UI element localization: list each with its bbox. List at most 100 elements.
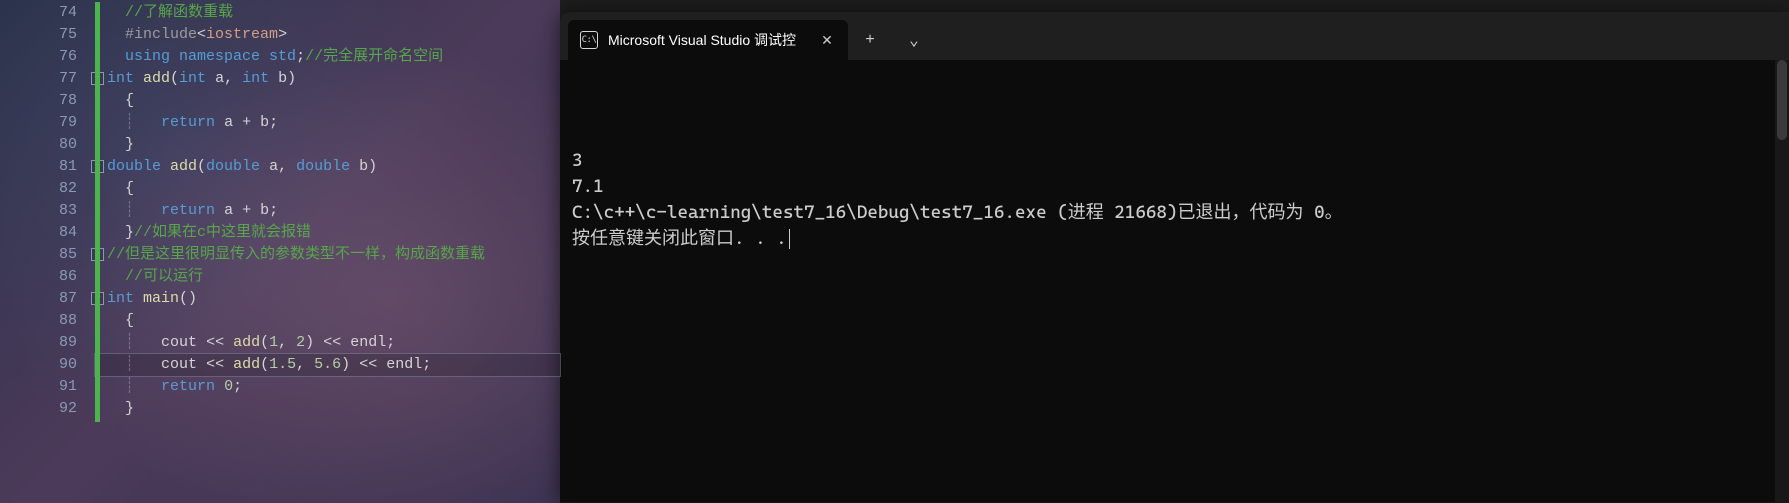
code-token: std [269, 48, 296, 65]
code-token: b [251, 114, 269, 131]
code-line[interactable]: } [95, 398, 560, 420]
code-token: endl [341, 334, 386, 351]
code-token: ( [260, 356, 269, 373]
change-bar [95, 2, 100, 422]
code-token: , [296, 356, 314, 373]
terminal-output[interactable]: 37.1C:\c++\c-learning\test7_16\Debug\tes… [560, 60, 1789, 502]
terminal-scrollbar[interactable] [1775, 60, 1789, 502]
code-token: return [161, 202, 224, 219]
code-token: //但是这里很明显传入的参数类型不一样，构成函数重载 [107, 246, 485, 263]
code-line[interactable]: { [95, 178, 560, 200]
terminal-titlebar: C:\ Microsoft Visual Studio 调试控 ✕ + ⌄ [560, 12, 1789, 60]
code-token [224, 334, 233, 351]
line-number: 92 [0, 398, 95, 420]
code-line[interactable]: −int main() [95, 288, 560, 310]
code-line[interactable]: ┊ return a + b; [95, 200, 560, 222]
code-token: int [242, 70, 278, 87]
code-token: main [143, 290, 179, 307]
code-token: , [278, 334, 296, 351]
line-number: 85 [0, 244, 95, 266]
code-token [224, 356, 233, 373]
line-number: 76 [0, 46, 95, 68]
terminal-tab-title: Microsoft Visual Studio 调试控 [608, 30, 808, 50]
code-token: ; [422, 356, 431, 373]
code-line[interactable]: ┊ return a + b; [95, 112, 560, 134]
code-area[interactable]: //了解函数重载 #include<iostream> using namesp… [95, 0, 560, 503]
code-token: b [278, 70, 287, 87]
code-token: ┊ [107, 356, 161, 373]
code-token: + [242, 114, 251, 131]
code-line[interactable]: }//如果在c中这里就会报错 [95, 222, 560, 244]
code-token: ) [305, 334, 323, 351]
line-number: 74 [0, 2, 95, 24]
code-token [107, 224, 125, 241]
code-token: , [278, 158, 296, 175]
line-number: 83 [0, 200, 95, 222]
code-token: << [359, 356, 377, 373]
line-number: 91 [0, 376, 95, 398]
terminal-cursor [789, 229, 790, 249]
code-token: } [125, 224, 134, 241]
line-number: 82 [0, 178, 95, 200]
code-token: , [224, 70, 242, 87]
code-token [107, 312, 125, 329]
new-tab-button[interactable]: + [848, 20, 892, 60]
code-token: << [206, 356, 224, 373]
code-token [107, 4, 125, 21]
code-token: return [161, 114, 224, 131]
code-token: } [125, 400, 134, 417]
code-line[interactable]: −double add(double a, double b) [95, 156, 560, 178]
code-token: { [125, 312, 134, 329]
code-line[interactable]: { [95, 310, 560, 332]
code-token: double [107, 158, 170, 175]
code-line[interactable]: using namespace std;//完全展开命名空间 [95, 46, 560, 68]
code-token: ; [269, 114, 278, 131]
code-token: > [278, 26, 287, 43]
code-line[interactable]: ┊ return 0; [95, 376, 560, 398]
code-editor[interactable]: 74757677787980818283848586878889909192 /… [0, 0, 560, 503]
code-token: a [224, 202, 242, 219]
tab-dropdown-button[interactable]: ⌄ [892, 20, 936, 60]
code-token: //如果在c中这里就会报错 [134, 224, 311, 241]
code-token: a [269, 158, 278, 175]
code-token [107, 48, 125, 65]
code-token: ( [260, 334, 269, 351]
code-token: 1 [269, 334, 278, 351]
code-line[interactable]: //了解函数重载 [95, 2, 560, 24]
code-line[interactable]: #include<iostream> [95, 24, 560, 46]
code-token [107, 180, 125, 197]
terminal-tab[interactable]: C:\ Microsoft Visual Studio 调试控 ✕ [568, 20, 848, 60]
code-line[interactable]: ┊ cout << add(1.5, 5.6) << endl; [95, 354, 560, 376]
code-token: << [206, 334, 224, 351]
terminal-line: 3 [572, 148, 1777, 174]
code-line[interactable]: −//但是这里很明显传入的参数类型不一样，构成函数重载 [95, 244, 560, 266]
code-line[interactable]: −int add(int a, int b) [95, 68, 560, 90]
code-token: 5.6 [314, 356, 341, 373]
line-number: 80 [0, 134, 95, 156]
code-token: double [206, 158, 269, 175]
terminal-line: 7.1 [572, 174, 1777, 200]
terminal-line: 按任意键关闭此窗口. . . [572, 226, 1777, 252]
code-token: cout [161, 356, 206, 373]
code-token: double [296, 158, 359, 175]
code-token: ; [233, 378, 242, 395]
code-token: { [125, 92, 134, 109]
line-number: 75 [0, 24, 95, 46]
code-token: + [242, 202, 251, 219]
code-line[interactable]: { [95, 90, 560, 112]
line-number: 77 [0, 68, 95, 90]
code-token: ( [170, 70, 179, 87]
line-number: 88 [0, 310, 95, 332]
line-number: 87 [0, 288, 95, 310]
code-token [107, 92, 125, 109]
code-token: ) [287, 70, 296, 87]
code-line[interactable]: //可以运行 [95, 266, 560, 288]
code-line[interactable]: } [95, 134, 560, 156]
code-token: endl [377, 356, 422, 373]
code-line[interactable]: ┊ cout << add(1, 2) << endl; [95, 332, 560, 354]
code-token: () [179, 290, 197, 307]
code-token: 2 [296, 334, 305, 351]
code-token: //可以运行 [125, 268, 203, 285]
close-icon[interactable]: ✕ [818, 31, 836, 49]
code-token: b [359, 158, 368, 175]
